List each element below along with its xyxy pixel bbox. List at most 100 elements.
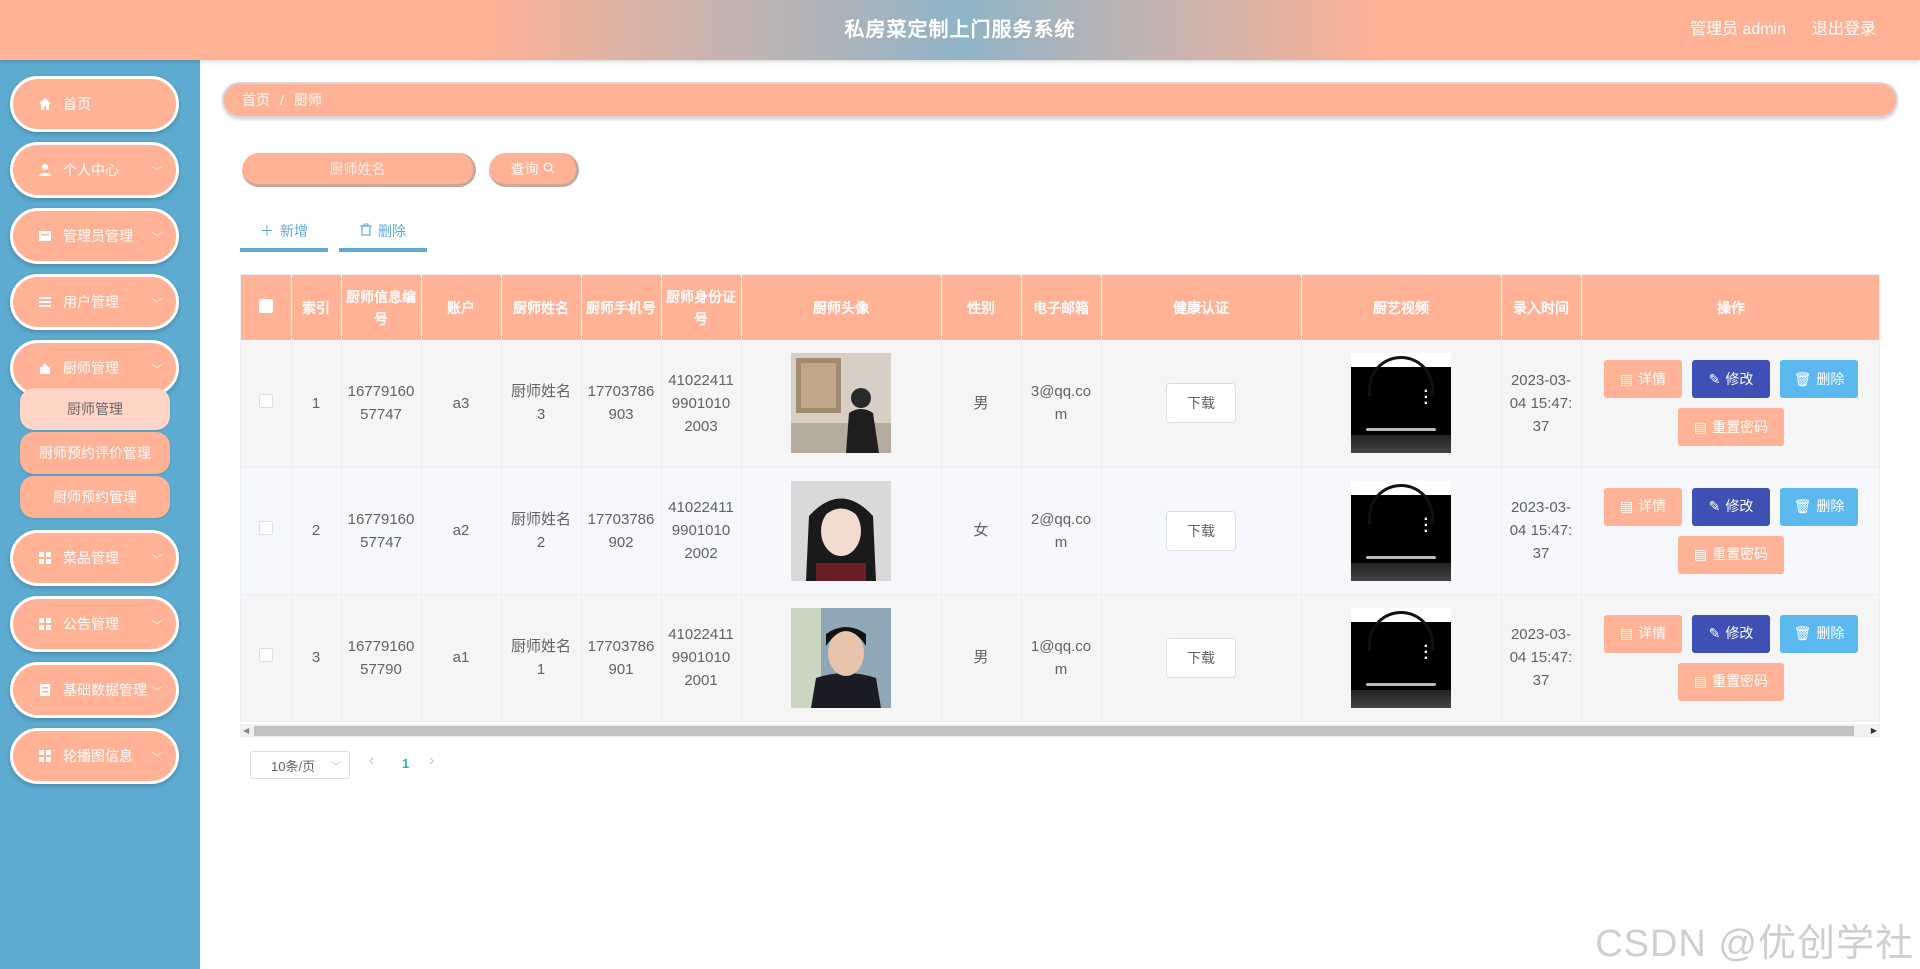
list-icon xyxy=(37,294,53,310)
logout-link[interactable]: 退出登录 xyxy=(1812,0,1876,60)
edit-label: 修改 xyxy=(1725,498,1754,514)
detail-button[interactable]: ▤ 详情 xyxy=(1604,614,1682,653)
cell-account: a3 xyxy=(421,340,502,468)
chef-avatar-image[interactable] xyxy=(791,353,891,454)
top-header: 私房菜定制上门服务系统 管理员 admin 退出登录 xyxy=(0,0,1920,60)
home-icon xyxy=(37,96,53,112)
video-progress-bar[interactable] xyxy=(1366,555,1436,559)
chevron-down-icon: ﹀ xyxy=(152,167,162,178)
download-button[interactable]: 下载 xyxy=(1166,383,1236,424)
sidebar-item-label: 菜品管理 xyxy=(63,550,119,566)
cell-account: a1 xyxy=(421,594,502,722)
detail-button[interactable]: ▤ 详情 xyxy=(1604,360,1682,399)
next-page-icon[interactable]: › xyxy=(429,752,434,770)
sidebar-item-carousel[interactable]: 轮播图信息 ﹀ xyxy=(10,728,179,784)
chef-avatar-image[interactable] xyxy=(791,480,891,581)
submenu-chef-booking-management[interactable]: 厨师预约管理 xyxy=(20,476,170,518)
delete-button[interactable]: 🗑 删除 xyxy=(1780,360,1858,399)
table-horizontal-scrollbar[interactable]: ◀ ▶ xyxy=(240,724,1880,738)
cell-health-cert: 下载 xyxy=(1101,340,1302,468)
document-icon: ▤ xyxy=(1619,370,1634,387)
chef-table: 索引 厨师信息编号 账户 厨师姓名 厨师手机号 厨师身份证号 厨师头像 性别 电… xyxy=(240,274,1880,738)
sidebar-item-basic-data[interactable]: 基础数据管理 ﹀ xyxy=(10,662,179,718)
breadcrumb-home[interactable]: 首页 xyxy=(242,90,270,110)
cooking-video-player[interactable]: · · · xyxy=(1351,480,1451,581)
download-button[interactable]: 下载 xyxy=(1166,510,1236,551)
delete-label: 删除 xyxy=(1816,498,1845,514)
user-icon xyxy=(37,162,53,178)
column-header: 厨师头像 xyxy=(741,275,942,340)
pencil-icon: ✎ xyxy=(1708,498,1721,514)
cell-email: 2@qq.com xyxy=(1021,467,1102,595)
add-button[interactable]: ＋ 新增 xyxy=(240,214,328,252)
row-checkbox[interactable] xyxy=(258,648,273,662)
data-icon xyxy=(37,682,53,698)
search-button[interactable]: 查询 xyxy=(489,153,579,187)
submenu-chef-review-management[interactable]: 厨师预约评价管理 xyxy=(20,432,170,474)
video-progress-bar[interactable] xyxy=(1366,682,1436,686)
batch-delete-button[interactable]: 删除 xyxy=(339,214,427,252)
cell-avatar xyxy=(741,340,942,468)
select-all-checkbox[interactable] xyxy=(258,298,273,313)
row-checkbox[interactable] xyxy=(258,393,273,408)
sidebar-item-admin-management[interactable]: 管理员管理 ﹀ xyxy=(10,208,179,264)
search-button-label: 查询 xyxy=(510,160,539,177)
detail-label: 详情 xyxy=(1638,625,1667,641)
reset-password-button[interactable]: ▤ 重置密码 xyxy=(1678,408,1784,447)
current-user: 管理员 admin xyxy=(1689,21,1786,38)
page-number-current[interactable]: 1 xyxy=(402,756,409,771)
scroll-right-icon[interactable]: ▶ xyxy=(1871,726,1877,735)
video-progress-bar[interactable] xyxy=(1366,428,1436,432)
submenu-chef-management[interactable]: 厨师管理 xyxy=(20,388,170,430)
cell-code: 1677916057747 xyxy=(341,467,422,595)
chef-avatar-image[interactable] xyxy=(791,607,891,708)
more-vertical-icon[interactable]: · · · xyxy=(1424,511,1429,539)
chevron-down-icon: ﹀ xyxy=(152,299,162,310)
download-button[interactable]: 下载 xyxy=(1166,637,1236,678)
table-row: 3 1677916057790 a1 厨师姓名1 17703786901 410… xyxy=(241,594,1879,722)
delete-button[interactable]: 🗑 删除 xyxy=(1780,614,1858,653)
sidebar-item-label: 基础数据管理 xyxy=(63,682,147,698)
edit-button[interactable]: ✎ 修改 xyxy=(1692,487,1770,526)
sidebar-item-label: 个人中心 xyxy=(63,162,119,178)
cell-index: 1 xyxy=(291,340,342,468)
column-header: 厨艺视频 xyxy=(1301,275,1502,340)
sidebar-item-dish-management[interactable]: 菜品管理 ﹀ xyxy=(10,530,179,586)
prev-page-icon[interactable]: ‹ xyxy=(369,752,374,770)
chevron-down-icon: ﹀ xyxy=(331,762,341,773)
more-vertical-icon[interactable]: · · · xyxy=(1424,384,1429,412)
sidebar-item-notice-management[interactable]: 公告管理 ﹀ xyxy=(10,596,179,652)
edit-label: 修改 xyxy=(1725,625,1754,641)
edit-button[interactable]: ✎ 修改 xyxy=(1692,614,1770,653)
delete-button[interactable]: 🗑 删除 xyxy=(1780,487,1858,526)
edit-button[interactable]: ✎ 修改 xyxy=(1692,360,1770,399)
search-input[interactable] xyxy=(242,153,476,187)
scrollbar-thumb[interactable] xyxy=(254,726,1854,736)
sidebar-item-home[interactable]: 首页 xyxy=(10,76,179,132)
sidebar-item-user-management[interactable]: 用户管理 ﹀ xyxy=(10,274,179,330)
delete-label: 删除 xyxy=(1816,370,1845,387)
search-icon xyxy=(543,161,555,177)
cell-idcard: 410224119901010 2001 xyxy=(661,594,742,722)
detail-button[interactable]: ▤ 详情 xyxy=(1604,487,1682,526)
reset-password-button[interactable]: ▤ 重置密码 xyxy=(1678,535,1784,574)
trash-icon: 🗑 xyxy=(1793,625,1812,641)
sidebar-item-personal-center[interactable]: 个人中心 ﹀ xyxy=(10,142,179,198)
page-size-select[interactable]: 10条/页 ﹀ xyxy=(250,751,350,779)
cell-video: · · · xyxy=(1301,467,1502,595)
cooking-video-player[interactable]: · · · xyxy=(1351,353,1451,454)
cell-operations: ▤ 详情 ✎ 修改 🗑 删除 ▤ 重置密码 xyxy=(1581,467,1879,595)
trash-icon: 🗑 xyxy=(1793,370,1812,387)
more-vertical-icon[interactable]: · · · xyxy=(1424,638,1429,666)
detail-label: 详情 xyxy=(1638,498,1667,514)
reset-password-button[interactable]: ▤ 重置密码 xyxy=(1678,662,1784,701)
scroll-left-icon[interactable]: ◀ xyxy=(243,726,249,735)
chevron-down-icon: ﹀ xyxy=(152,687,162,698)
cooking-video-player[interactable]: · · · xyxy=(1351,607,1451,708)
app-title: 私房菜定制上门服务系统 xyxy=(844,19,1076,41)
cell-phone: 17703786903 xyxy=(581,340,662,468)
table-row: 2 1677916057747 a2 厨师姓名2 17703786902 410… xyxy=(241,467,1879,595)
row-checkbox[interactable] xyxy=(258,521,273,535)
sidebar: 首页 个人中心 ﹀ 管理员管理 ﹀ 用户管理 ﹀ 厨师管理 ﹀ 厨师管理 厨师预… xyxy=(0,60,200,969)
column-header: 索引 xyxy=(291,275,342,340)
